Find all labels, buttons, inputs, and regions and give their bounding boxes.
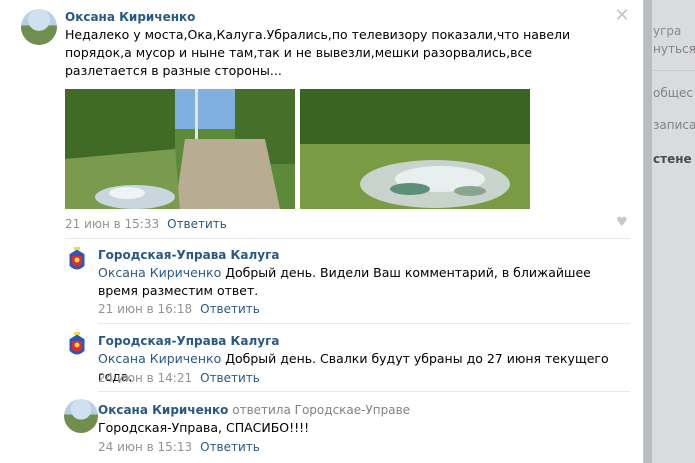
post-author[interactable]: Оксана Кириченко (65, 10, 195, 24)
comment-3-date[interactable]: 24 июн в 15:13 (98, 440, 192, 454)
post-photo-2[interactable] (300, 89, 530, 209)
emblem-image (68, 332, 86, 356)
comment-2-mention[interactable]: Оксана Кириченко (98, 351, 221, 366)
comment-2-author[interactable]: Городская-Управа Калуга (98, 334, 279, 348)
post-photo-1[interactable] (65, 89, 295, 209)
post-text: Недалеко у моста,Ока,Калуга.Убрались,по … (65, 27, 571, 78)
comment-2-meta: 24 июн в 14:21 Ответить (98, 371, 260, 385)
comment-divider-2 (98, 391, 630, 392)
emblem-image (68, 247, 86, 271)
post-divider (65, 238, 630, 239)
city-emblem-icon[interactable] (64, 331, 90, 361)
comment-3-author[interactable]: Оксана Кириченко (98, 403, 228, 417)
comment-3-text: Городская-Управа, СПАСИБО!!!! (98, 420, 310, 435)
comment-3-reply-button[interactable]: Ответить (200, 440, 260, 454)
sidebar-link-2[interactable]: нуться (653, 42, 695, 56)
post-meta: 21 июн в 15:33 Ответить (65, 217, 227, 231)
comment-1-reply-button[interactable]: Ответить (200, 302, 260, 316)
photo-2-image (300, 89, 530, 209)
post-card: Оксана Кириченко ✕ Недалеко у моста,Ока,… (0, 0, 644, 463)
sidebar-text-1: угра (653, 24, 682, 38)
comment-2-date[interactable]: 24 июн в 14:21 (98, 371, 192, 385)
comment-3-meta: 24 июн в 15:13 Ответить (98, 440, 260, 454)
sidebar-link-5[interactable]: стене (653, 152, 692, 166)
comment-1-text: Оксана Кириченко Добрый день. Видели Ваш… (98, 264, 608, 300)
author-avatar[interactable] (21, 9, 57, 45)
city-emblem-icon[interactable] (64, 246, 90, 276)
commenter-avatar[interactable] (64, 399, 98, 433)
comment-3-header: Оксана Кириченко ответила Городскае-Упра… (98, 403, 410, 417)
post-reply-button[interactable]: Ответить (167, 217, 227, 231)
comment-1-meta: 21 июн в 16:18 Ответить (98, 302, 260, 316)
sidebar-link-4[interactable]: записа (653, 118, 695, 132)
comment-divider-1 (98, 323, 630, 324)
comment-2-reply-button[interactable]: Ответить (200, 371, 260, 385)
comment-1-mention[interactable]: Оксана Кириченко (98, 265, 221, 280)
heart-icon[interactable]: ♥ (616, 216, 630, 230)
comment-3-replied-to[interactable]: ответила Городскае-Управе (232, 403, 410, 417)
close-icon[interactable]: ✕ (614, 7, 630, 25)
post-date[interactable]: 21 июн в 15:33 (65, 217, 159, 231)
comment-1-date[interactable]: 21 июн в 16:18 (98, 302, 192, 316)
photo-1-image (65, 89, 295, 209)
sidebar-link-3[interactable]: общес (653, 86, 693, 100)
comment-1-author[interactable]: Городская-Управа Калуга (98, 248, 279, 262)
sidebar-divider (652, 70, 695, 71)
